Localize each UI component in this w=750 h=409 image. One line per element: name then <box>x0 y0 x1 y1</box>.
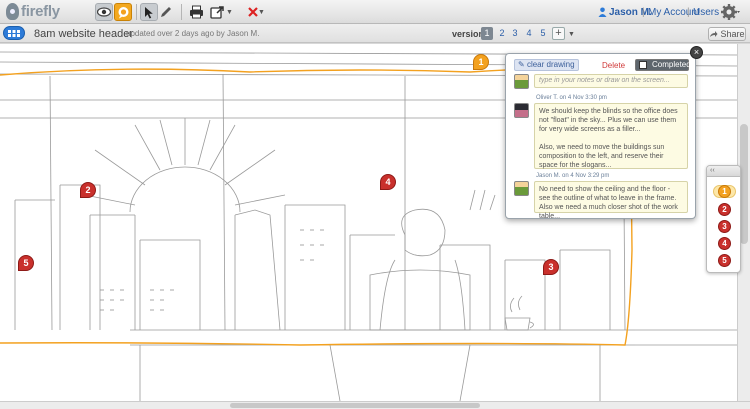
my-account-link[interactable]: My Account <box>648 7 700 18</box>
app-logo[interactable]: firefly <box>6 3 60 20</box>
pin-list-collapse[interactable]: ‹‹ <box>707 166 740 177</box>
broom-icon: ✎ <box>518 60 525 69</box>
grid-icon <box>8 29 20 37</box>
top-toolbar: firefly ▼ ▼ Jason M. | My Account | User… <box>0 0 750 24</box>
comment-text: No need to show the ceiling and the floo… <box>539 186 678 220</box>
pin-list-panel: ‹‹ 1 2 3 4 5 <box>706 165 741 273</box>
annotation-pin-3[interactable]: 3 <box>543 259 559 275</box>
pin-list-item-3[interactable]: 3 <box>718 220 731 233</box>
toolbar-divider <box>181 4 182 20</box>
share-label: Share <box>720 29 745 39</box>
settings-gear-icon[interactable] <box>721 3 741 21</box>
user-icon <box>598 7 607 17</box>
firefly-logo-icon <box>6 3 19 20</box>
users-link[interactable]: Users <box>693 7 719 18</box>
pin-list-item-1[interactable]: 1 <box>713 185 736 198</box>
view-mode-eye-icon[interactable] <box>95 3 113 21</box>
version-3-button[interactable]: 3 <box>509 27 521 40</box>
pen-tool-icon[interactable] <box>157 3 175 21</box>
annotation-pin-4[interactable]: 4 <box>380 174 396 190</box>
comment-text: We should keep the blinds so the office … <box>539 108 678 133</box>
separator: | <box>642 7 645 18</box>
updated-info: updated over 2 days ago by Jason M. <box>126 29 260 38</box>
comment-bubble: We should keep the blinds so the office … <box>534 103 688 169</box>
page-title: 8am website header <box>34 28 134 40</box>
comment-bubble: No need to show the ceiling and the floo… <box>534 181 688 220</box>
share-button[interactable]: Share <box>708 27 746 41</box>
version-dropdown-caret-icon[interactable]: ▼ <box>568 31 575 38</box>
clear-drawing-label: clear drawing <box>526 60 575 69</box>
annotation-pin-1[interactable]: 1 <box>473 54 489 70</box>
delete-link[interactable]: Delete <box>602 61 625 70</box>
export-dropdown-caret-icon[interactable]: ▼ <box>226 9 233 16</box>
annotation-pin-5[interactable]: 5 <box>18 255 34 271</box>
back-to-projects-button[interactable] <box>3 26 25 40</box>
comment-text: Also, we need to move the buildings sun … <box>539 144 665 169</box>
pin-list-item-2[interactable]: 2 <box>718 203 731 216</box>
comment-mode-icon[interactable] <box>114 3 132 21</box>
close-popup-icon[interactable]: × <box>690 46 703 59</box>
comment-meta: Oliver T. on 4 Nov 3:30 pm <box>536 95 607 101</box>
avatar <box>514 181 529 196</box>
pointer-tool-icon[interactable] <box>140 3 158 21</box>
version-4-button[interactable]: 4 <box>523 27 535 40</box>
avatar <box>514 74 529 89</box>
completed-label: Completed <box>652 60 691 69</box>
logo-text: firefly <box>21 3 60 20</box>
note-input[interactable]: type in your notes or draw on the screen… <box>534 74 688 88</box>
clear-drawing-button[interactable]: ✎ clear drawing <box>514 59 579 71</box>
share-icon <box>710 31 718 37</box>
comment-popup: ✎ clear drawing Delete Completed type in… <box>505 53 696 220</box>
user-name-link[interactable]: Jason M. <box>609 7 652 18</box>
toolbar-divider <box>136 4 137 20</box>
avatar <box>514 103 529 118</box>
pin-list-item-5[interactable]: 5 <box>718 254 731 267</box>
print-icon[interactable] <box>187 3 205 21</box>
document-header: 8am website header updated over 2 days a… <box>0 24 750 43</box>
version-1-button[interactable]: 1 <box>481 27 493 40</box>
export-icon[interactable] <box>208 3 226 21</box>
annotation-pin-2[interactable]: 2 <box>80 182 96 198</box>
completed-toggle[interactable]: Completed <box>635 59 691 71</box>
completed-checkbox[interactable] <box>639 61 647 69</box>
separator: | <box>687 7 690 18</box>
add-version-button[interactable]: + <box>552 27 565 40</box>
horizontal-scroll-thumb[interactable] <box>230 403 480 408</box>
erase-dropdown-caret-icon[interactable]: ▼ <box>258 9 265 16</box>
horizontal-scrollbar[interactable] <box>0 401 750 409</box>
vertical-scroll-thumb[interactable] <box>740 124 748 244</box>
version-2-button[interactable]: 2 <box>496 27 508 40</box>
version-5-button[interactable]: 5 <box>537 27 549 40</box>
comment-meta: Jason M. on 4 Nov 3:29 pm <box>536 173 610 179</box>
pin-list-item-4[interactable]: 4 <box>718 237 731 250</box>
